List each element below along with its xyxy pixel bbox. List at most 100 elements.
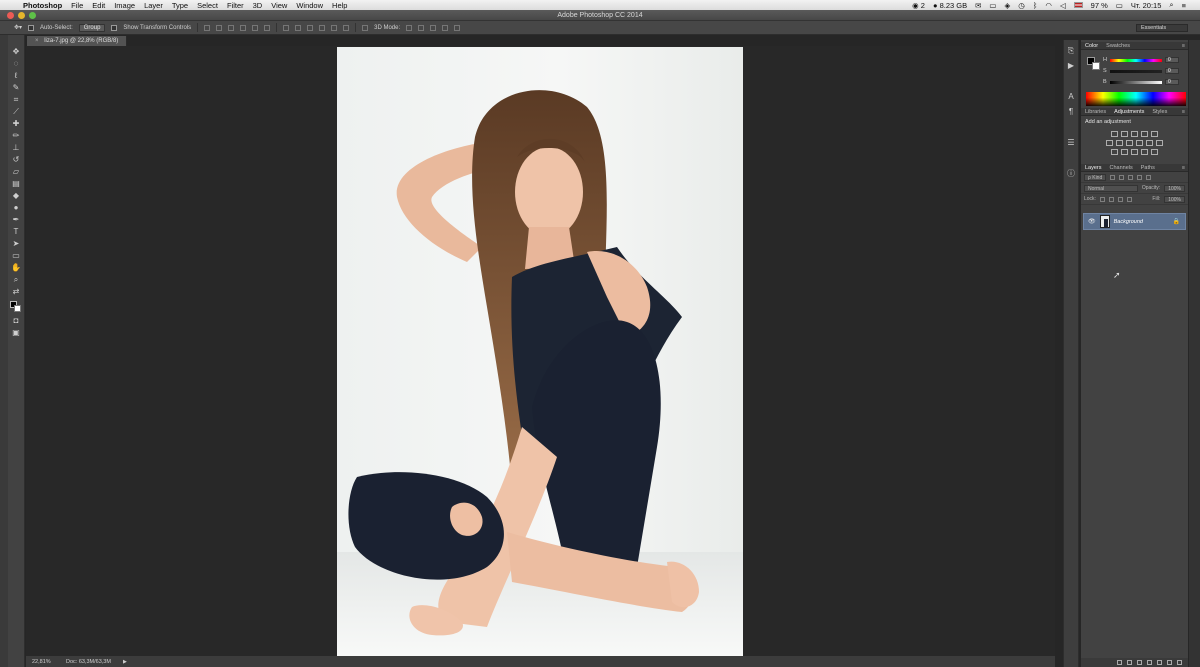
tab-layers[interactable]: Layers (1085, 165, 1102, 171)
gradient-map-icon[interactable] (1151, 149, 1158, 155)
color-balance-icon[interactable] (1116, 140, 1123, 146)
rectangle-tool-icon[interactable]: ▭ (11, 251, 21, 260)
clock[interactable]: Чт. 20:15 (1131, 1, 1162, 10)
type-tool-icon[interactable]: T (11, 227, 21, 236)
properties-panel-icon[interactable]: ☰ (1067, 138, 1076, 147)
hand-tool-icon[interactable]: ✋ (11, 263, 21, 272)
distribute-bottom-icon[interactable] (307, 24, 314, 31)
eye-visibility-icon[interactable]: 👁 (1088, 218, 1096, 225)
pen-tool-icon[interactable]: ✒ (11, 215, 21, 224)
selective-color-icon[interactable] (1141, 149, 1148, 155)
hue-saturation-icon[interactable] (1106, 140, 1113, 146)
panel-menu-icon[interactable]: ≡ (1182, 165, 1185, 171)
lasso-tool-icon[interactable]: ℓ (11, 71, 21, 80)
tab-styles[interactable]: Styles (1152, 109, 1167, 115)
menu-layer[interactable]: Layer (144, 1, 163, 10)
close-document-icon[interactable]: × (35, 38, 39, 44)
path-selection-tool-icon[interactable]: ➤ (11, 239, 21, 248)
zoom-level-field[interactable]: 22,81% (32, 659, 54, 665)
notification-center-icon[interactable]: ≡ (1182, 1, 1186, 10)
input-source-flag-icon[interactable] (1073, 2, 1083, 8)
healing-brush-tool-icon[interactable]: ✚ (11, 119, 21, 128)
close-window-button[interactable] (7, 12, 14, 19)
auto-align-icon[interactable] (362, 24, 369, 31)
tab-color[interactable]: Color (1085, 43, 1098, 49)
foreground-background-swatches[interactable] (10, 301, 22, 313)
filter-pixel-icon[interactable] (1110, 174, 1116, 180)
marquee-tool-icon[interactable]: ◌ (11, 59, 21, 68)
menu-help[interactable]: Help (332, 1, 347, 10)
align-hcenter-icon[interactable] (252, 24, 259, 31)
panel-menu-icon[interactable]: ≡ (1182, 43, 1185, 49)
exposure-icon[interactable] (1141, 131, 1148, 137)
photo-filter-icon[interactable] (1136, 140, 1143, 146)
align-vcenter-icon[interactable] (216, 24, 223, 31)
vibrance-icon[interactable] (1151, 131, 1158, 137)
align-right-icon[interactable] (264, 24, 271, 31)
layer-style-icon[interactable] (1127, 660, 1132, 665)
evernote-icon[interactable]: ✉ (975, 1, 981, 10)
document-photo[interactable] (337, 47, 743, 656)
lock-all-icon[interactable] (1126, 196, 1132, 202)
wifi-icon[interactable]: ◠ (1045, 1, 1052, 10)
menu-edit[interactable]: Edit (92, 1, 105, 10)
gradient-tool-icon[interactable]: ▤ (11, 179, 21, 188)
menu-type[interactable]: Type (172, 1, 188, 10)
blur-tool-icon[interactable]: ◆ (11, 191, 21, 200)
workspace-switcher-dropdown[interactable]: Essentials (1136, 24, 1188, 32)
curves-icon[interactable] (1131, 131, 1138, 137)
screen-icon[interactable]: ▭ (989, 1, 996, 10)
battery-icon[interactable]: ▭ (1116, 1, 1123, 10)
document-size-info[interactable]: Doc: 63,3M/63,3M (66, 659, 111, 665)
show-transform-checkbox[interactable] (111, 24, 118, 31)
time-machine-icon[interactable]: ◷ (1018, 1, 1025, 10)
tab-channels[interactable]: Channels (1110, 165, 1133, 171)
color-spectrum-ramp[interactable] (1086, 92, 1186, 106)
zoom-window-button[interactable] (29, 12, 36, 19)
eraser-tool-icon[interactable]: ▱ (11, 167, 21, 176)
menu-3d[interactable]: 3D (253, 1, 263, 10)
menu-window[interactable]: Window (296, 1, 323, 10)
lock-transparency-icon[interactable] (1099, 196, 1105, 202)
dodge-tool-icon[interactable]: ● (11, 203, 21, 212)
lock-position-icon[interactable] (1117, 196, 1123, 202)
minimize-window-button[interactable] (18, 12, 25, 19)
hue-value[interactable]: 0 (1165, 57, 1179, 63)
hue-slider[interactable] (1110, 58, 1162, 62)
layer-name[interactable]: Background (1114, 219, 1143, 225)
background-color-swatch[interactable] (14, 305, 21, 312)
menu-view[interactable]: View (271, 1, 287, 10)
auto-select-checkbox[interactable] (28, 24, 35, 31)
history-brush-tool-icon[interactable]: ↺ (11, 155, 21, 164)
black-white-icon[interactable] (1126, 140, 1133, 146)
tab-libraries[interactable]: Libraries (1085, 109, 1106, 115)
levels-icon[interactable] (1121, 131, 1128, 137)
3d-orbit-icon[interactable] (406, 24, 413, 31)
distribute-left-icon[interactable] (319, 24, 326, 31)
3d-scale-icon[interactable] (454, 24, 461, 31)
crop-tool-icon[interactable]: ⌗ (11, 95, 21, 104)
pin-icon[interactable]: ◈ (1005, 1, 1011, 10)
battery-percent[interactable]: 97 % (1091, 1, 1108, 10)
swap-colors-icon[interactable]: ⇄ (11, 287, 21, 296)
lock-pixels-icon[interactable] (1108, 196, 1114, 202)
tab-adjustments[interactable]: Adjustments (1114, 109, 1144, 115)
invert-icon[interactable] (1111, 149, 1118, 155)
history-panel-icon[interactable]: ⎘ (1067, 46, 1076, 55)
info-panel-icon[interactable]: ⓘ (1067, 169, 1076, 178)
align-left-icon[interactable] (240, 24, 247, 31)
brightness-slider[interactable] (1110, 80, 1162, 84)
screen-mode-icon[interactable]: ▣ (11, 328, 21, 337)
threshold-icon[interactable] (1131, 149, 1138, 155)
volume-icon[interactable]: ◁ (1060, 1, 1066, 10)
menu-app-name[interactable]: Photoshop (23, 1, 62, 10)
panel-menu-icon[interactable]: ≡ (1182, 109, 1185, 115)
actions-panel-icon[interactable]: ▶ (1067, 61, 1076, 70)
filter-adjustment-icon[interactable] (1119, 174, 1125, 180)
move-tool-preset-icon[interactable]: ✥▾ (14, 24, 22, 31)
channel-mixer-icon[interactable] (1146, 140, 1153, 146)
document-tab[interactable]: × liza-7.jpg @ 22,8% (RGB/8) (27, 36, 128, 46)
move-tool-icon[interactable]: ✥ (11, 47, 21, 56)
filter-smart-object-icon[interactable] (1146, 174, 1152, 180)
panels-scrollbar[interactable] (1189, 40, 1200, 667)
